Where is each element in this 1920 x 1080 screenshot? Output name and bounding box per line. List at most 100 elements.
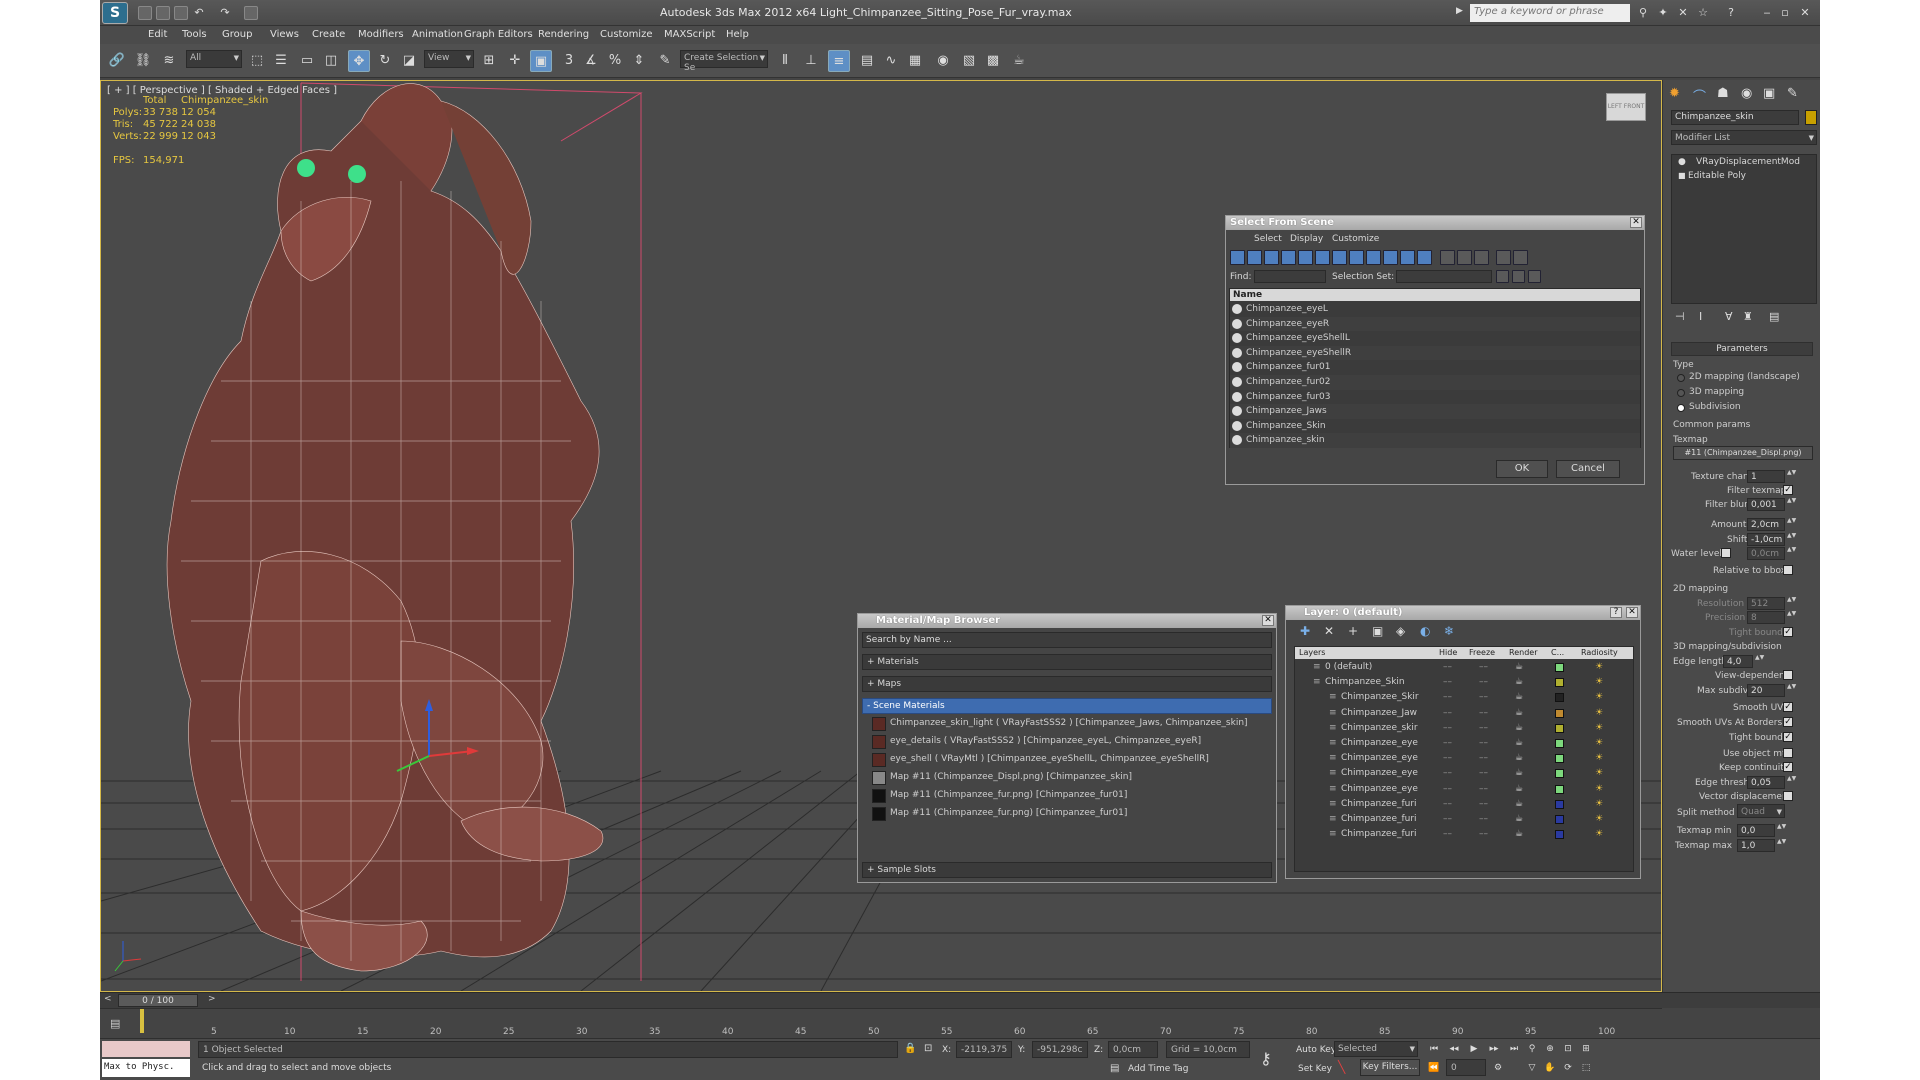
water-level-checkbox[interactable]: [1721, 548, 1731, 558]
material-row[interactable]: Map #11 (Chimpanzee_fur.png) [Chimpanzee…: [872, 806, 1268, 823]
set-key-icon[interactable]: ⚷: [1260, 1049, 1272, 1068]
layer-render-teapot-icon[interactable]: ☕: [1515, 812, 1523, 827]
layer-render-teapot-icon[interactable]: ☕: [1515, 766, 1523, 781]
layer-radiosity-icon[interactable]: ☀: [1595, 812, 1603, 827]
layer-row[interactable]: Chimpanzee_skir ≡ –– –– ☕ ☀: [1295, 721, 1633, 736]
key-tangent-icon[interactable]: ╲: [1338, 1060, 1354, 1076]
layer-render-teapot-icon[interactable]: ☕: [1515, 751, 1523, 766]
material-editor-icon[interactable]: ◉: [932, 50, 954, 72]
layer-hide-toggle[interactable]: ––: [1443, 675, 1452, 690]
named-selection-dropdown[interactable]: Create Selection Se: [680, 50, 768, 73]
scene-object-row[interactable]: Chimpanzee_eyeR: [1230, 316, 1640, 332]
layer-freeze-toggle[interactable]: ––: [1479, 766, 1488, 781]
layer-radiosity-icon[interactable]: ☀: [1595, 660, 1603, 675]
configure-sets-icon[interactable]: ▤: [1769, 310, 1779, 323]
col-freeze[interactable]: Freeze: [1469, 647, 1495, 659]
layer-radiosity-icon[interactable]: ☀: [1595, 706, 1603, 721]
layer-expand-icon[interactable]: ≡: [1329, 721, 1337, 736]
delete-layer-icon[interactable]: ✕: [1324, 624, 1334, 638]
menu-customize[interactable]: Customize: [1332, 234, 1379, 244]
layer-color-swatch[interactable]: [1555, 754, 1564, 764]
app-logo-icon[interactable]: S: [102, 2, 128, 24]
max-subdivs-spinner[interactable]: ▲▼: [1787, 684, 1796, 697]
rendered-frame-window-icon[interactable]: ▩: [982, 50, 1004, 72]
texmap-button[interactable]: #11 (Chimpanzee_Displ.png): [1673, 446, 1813, 460]
communication-center-icon[interactable]: ✕: [1676, 6, 1690, 20]
layer-expand-icon[interactable]: ≡: [1329, 812, 1337, 827]
time-slider-thumb[interactable]: 0 / 100: [118, 994, 198, 1007]
layer-row[interactable]: Chimpanzee_eye ≡ –– –– ☕ ☀: [1295, 751, 1633, 766]
menu-animation[interactable]: Animation: [412, 29, 463, 40]
field-of-view-icon[interactable]: ▽: [1524, 1061, 1540, 1075]
layer-row[interactable]: 0 (default) ≡ –– –– ☕ ☀: [1295, 660, 1633, 675]
layer-expand-icon[interactable]: ≡: [1329, 766, 1337, 781]
scene-object-row[interactable]: Chimpanzee_skin: [1230, 433, 1640, 449]
close-icon[interactable]: ✕: [1262, 615, 1274, 626]
texmap-max-input[interactable]: 1,0: [1737, 839, 1775, 852]
layer-row[interactable]: Chimpanzee_furi ≡ –– –– ☕ ☀: [1295, 812, 1633, 827]
layer-color-swatch[interactable]: [1555, 739, 1564, 748]
edit-named-selection-icon[interactable]: ✎: [654, 50, 676, 72]
filter-blur-spinner[interactable]: ▲▼: [1787, 498, 1796, 511]
layer-freeze-toggle[interactable]: ––: [1479, 706, 1488, 721]
render-production-icon[interactable]: ☕: [1008, 50, 1030, 72]
save-file-icon[interactable]: [174, 6, 188, 20]
link-icon[interactable]: 🔗: [106, 50, 128, 72]
layer-freeze-toggle[interactable]: ––: [1479, 721, 1488, 736]
help-icon[interactable]: ?: [1724, 6, 1738, 20]
type-radio-option[interactable]: 3D mapping: [1677, 387, 1817, 400]
max-subdivs-input[interactable]: 20: [1747, 684, 1785, 697]
menu-customize[interactable]: Customize: [600, 29, 653, 40]
unlink-icon[interactable]: ⛓: [132, 50, 154, 72]
key-mode-dropdown[interactable]: Selected: [1334, 1041, 1418, 1057]
layer-color-swatch[interactable]: [1555, 723, 1564, 733]
material-row[interactable]: eye_details ( VRayFastSSS2 ) [Chimpanzee…: [872, 734, 1268, 751]
close-icon[interactable]: ✕: [1798, 6, 1812, 20]
layer-row[interactable]: Chimpanzee_eye ≡ –– –– ☕ ☀: [1295, 782, 1633, 797]
layer-row[interactable]: Chimpanzee_furi ≡ –– –– ☕ ☀: [1295, 797, 1633, 812]
material-row[interactable]: Map #11 (Chimpanzee_Displ.png) [Chimpanz…: [872, 770, 1268, 787]
layer-radiosity-icon[interactable]: ☀: [1595, 797, 1603, 812]
close-icon[interactable]: ✕: [1626, 607, 1638, 618]
filter-texmap-checkbox[interactable]: ✓: [1783, 485, 1793, 495]
layer-freeze-toggle[interactable]: ––: [1479, 797, 1488, 812]
object-name-input[interactable]: Chimpanzee_skin: [1671, 110, 1799, 125]
select-and-rotate-icon[interactable]: ↻: [374, 50, 396, 72]
group-maps[interactable]: + Maps: [862, 676, 1272, 692]
display-tab-icon[interactable]: ▣: [1763, 86, 1775, 101]
layer-hide-toggle[interactable]: ––: [1443, 782, 1452, 797]
layer-render-teapot-icon[interactable]: ☕: [1515, 721, 1523, 736]
curve-editor-icon[interactable]: ∿: [880, 50, 902, 72]
layer-render-teapot-icon[interactable]: ☕: [1515, 736, 1523, 751]
freeze-all-icon[interactable]: ❄: [1444, 624, 1454, 638]
split-method-dropdown[interactable]: Quad: [1737, 804, 1785, 818]
modify-tab-icon[interactable]: ⌒: [1693, 86, 1706, 105]
close-icon[interactable]: ✕: [1630, 217, 1642, 228]
display-spacewarps-icon[interactable]: [1315, 250, 1330, 265]
display-frozen-icon[interactable]: [1400, 250, 1415, 265]
menu-modifiers[interactable]: Modifiers: [358, 29, 404, 40]
favorites-star-icon[interactable]: ☆: [1696, 6, 1710, 20]
zoom-extents-icon[interactable]: ⊡: [1560, 1042, 1576, 1056]
create-layer-icon[interactable]: ✚: [1300, 624, 1310, 638]
auto-key-button[interactable]: Auto Key: [1296, 1045, 1336, 1055]
maximize-viewport-icon[interactable]: ⬚: [1578, 1061, 1594, 1075]
add-to-set-icon[interactable]: [1528, 270, 1541, 283]
maxscript-listener[interactable]: Max to Physc.: [102, 1059, 190, 1077]
layer-hide-toggle[interactable]: ––: [1443, 736, 1452, 751]
texmap-min-spinner[interactable]: ▲▼: [1777, 824, 1786, 837]
layer-radiosity-icon[interactable]: ☀: [1595, 721, 1603, 736]
layer-freeze-toggle[interactable]: ––: [1479, 751, 1488, 766]
lock-selection-icon[interactable]: 🔒: [904, 1043, 916, 1054]
select-by-name-icon[interactable]: ☰: [270, 50, 292, 72]
stack-expand-icon[interactable]: ■: [1678, 171, 1686, 180]
percent-snap-icon[interactable]: %: [604, 50, 626, 72]
snaps-toggle-icon[interactable]: 3: [558, 50, 580, 72]
layer-row[interactable]: Chimpanzee_Skir ≡ –– –– ☕ ☀: [1295, 690, 1633, 705]
perspective-viewport[interactable]: [ + ] [ Perspective ] [ Shaded + Edged F…: [100, 80, 1662, 992]
search-arrow-icon[interactable]: ▶: [1456, 6, 1463, 16]
water-level-input[interactable]: 0,0cm: [1747, 547, 1785, 560]
col-hide[interactable]: Hide: [1439, 647, 1457, 659]
layer-expand-icon[interactable]: ≡: [1329, 827, 1337, 842]
graphite-ribbon-icon[interactable]: ▤: [856, 50, 878, 72]
